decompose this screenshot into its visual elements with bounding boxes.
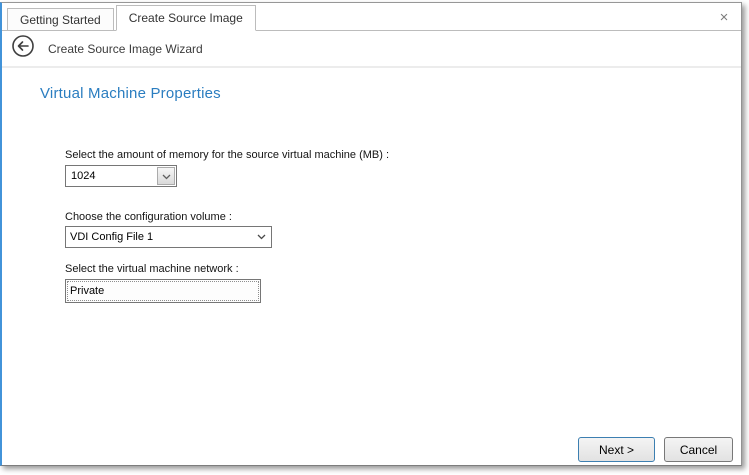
memory-combobox[interactable]: 1024: [65, 165, 177, 187]
tab-bar: Getting Started Create Source Image: [2, 3, 741, 31]
cancel-button[interactable]: Cancel: [664, 437, 733, 462]
config-volume-combobox[interactable]: VDI Config File 1: [65, 226, 272, 248]
screenshot-stage: Getting Started Create Source Image × Cr…: [0, 0, 749, 475]
close-icon: ×: [720, 10, 729, 25]
page-title: Virtual Machine Properties: [40, 85, 221, 102]
next-button[interactable]: Next >: [578, 437, 655, 462]
tab-getting-started[interactable]: Getting Started: [7, 8, 114, 30]
config-volume-field-label: Choose the configuration volume :: [65, 211, 232, 223]
close-button[interactable]: ×: [715, 8, 733, 26]
tab-create-source-image-label: Create Source Image: [129, 11, 243, 25]
memory-field-label: Select the amount of memory for the sour…: [65, 149, 389, 161]
wizard-window: Getting Started Create Source Image × Cr…: [0, 2, 742, 466]
chevron-down-icon: [162, 167, 171, 185]
memory-dropdown-button[interactable]: [157, 167, 175, 185]
tab-create-source-image[interactable]: Create Source Image: [116, 5, 256, 31]
network-field-label: Select the virtual machine network :: [65, 263, 239, 275]
back-arrow-icon: [11, 34, 35, 63]
config-volume-combobox-value: VDI Config File 1: [66, 231, 251, 243]
wizard-header: Create Source Image Wizard: [2, 31, 741, 68]
wizard-title: Create Source Image Wizard: [48, 42, 203, 56]
network-combobox[interactable]: Private: [65, 279, 283, 303]
memory-combobox-value: 1024: [66, 166, 156, 186]
chevron-down-icon: [251, 234, 271, 240]
back-button[interactable]: [11, 37, 35, 61]
tab-getting-started-label: Getting Started: [20, 13, 101, 27]
network-combobox-value: Private: [65, 279, 261, 303]
